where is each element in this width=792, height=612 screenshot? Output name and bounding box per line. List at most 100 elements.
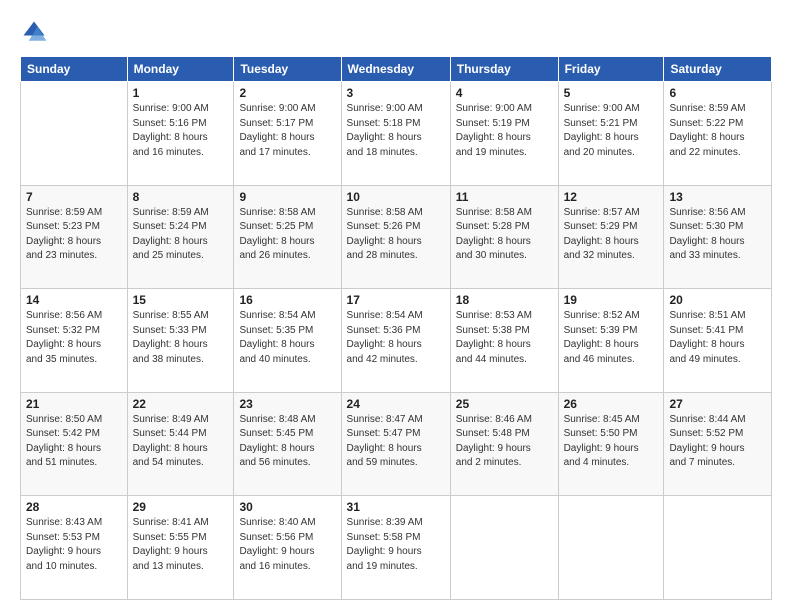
calendar-week-row: 21 Sunrise: 8:50 AMSunset: 5:42 PMDayligh… [21, 392, 772, 496]
calendar-cell: 15 Sunrise: 8:55 AMSunset: 5:33 PMDayligh… [127, 289, 234, 393]
day-number: 7 [26, 190, 122, 204]
day-header-monday: Monday [127, 57, 234, 82]
day-number: 25 [456, 397, 553, 411]
day-info: Sunrise: 8:57 AMSunset: 5:29 PMDaylight:… [564, 206, 659, 264]
calendar-cell: 20 Sunrise: 8:51 AMSunset: 5:41 PMDayligh… [664, 289, 772, 393]
calendar-cell: 13 Sunrise: 8:56 AMSunset: 5:30 PMDayligh… [664, 185, 772, 289]
day-info: Sunrise: 8:52 AMSunset: 5:39 PMDaylight:… [564, 309, 659, 367]
day-header-thursday: Thursday [450, 57, 558, 82]
logo [20, 18, 52, 46]
day-number: 6 [669, 86, 766, 100]
calendar-week-row: 1 Sunrise: 9:00 AMSunset: 5:16 PMDaylight… [21, 82, 772, 186]
calendar-cell: 1 Sunrise: 9:00 AMSunset: 5:16 PMDaylight… [127, 82, 234, 186]
calendar-cell: 4 Sunrise: 9:00 AMSunset: 5:19 PMDaylight… [450, 82, 558, 186]
day-info: Sunrise: 8:58 AMSunset: 5:25 PMDaylight:… [239, 206, 335, 264]
day-info: Sunrise: 8:50 AMSunset: 5:42 PMDaylight:… [26, 413, 122, 471]
day-header-tuesday: Tuesday [234, 57, 341, 82]
day-number: 14 [26, 293, 122, 307]
day-info: Sunrise: 8:39 AMSunset: 5:58 PMDaylight:… [347, 516, 445, 574]
day-info: Sunrise: 8:51 AMSunset: 5:41 PMDaylight:… [669, 309, 766, 367]
calendar-cell: 6 Sunrise: 8:59 AMSunset: 5:22 PMDaylight… [664, 82, 772, 186]
calendar-cell [450, 496, 558, 600]
day-number: 9 [239, 190, 335, 204]
day-number: 5 [564, 86, 659, 100]
day-number: 11 [456, 190, 553, 204]
day-number: 1 [133, 86, 229, 100]
day-info: Sunrise: 8:59 AMSunset: 5:22 PMDaylight:… [669, 102, 766, 160]
day-number: 27 [669, 397, 766, 411]
day-info: Sunrise: 8:59 AMSunset: 5:24 PMDaylight:… [133, 206, 229, 264]
day-number: 23 [239, 397, 335, 411]
calendar-week-row: 28 Sunrise: 8:43 AMSunset: 5:53 PMDayligh… [21, 496, 772, 600]
day-number: 31 [347, 500, 445, 514]
calendar-cell: 18Sunrise: 8:53 AMSunset: 5:38 PMDayligh… [450, 289, 558, 393]
calendar-cell: 24 Sunrise: 8:47 AMSunset: 5:47 PMDayligh… [341, 392, 450, 496]
day-number: 10 [347, 190, 445, 204]
day-info: Sunrise: 8:49 AMSunset: 5:44 PMDaylight:… [133, 413, 229, 471]
day-number: 28 [26, 500, 122, 514]
calendar-cell: 3Sunrise: 9:00 AMSunset: 5:18 PMDaylight… [341, 82, 450, 186]
calendar-cell: 8 Sunrise: 8:59 AMSunset: 5:24 PMDaylight… [127, 185, 234, 289]
calendar-cell [664, 496, 772, 600]
day-number: 15 [133, 293, 229, 307]
calendar-cell: 16Sunrise: 8:54 AMSunset: 5:35 PMDayligh… [234, 289, 341, 393]
calendar-cell: 2 Sunrise: 9:00 AMSunset: 5:17 PMDaylight… [234, 82, 341, 186]
day-info: Sunrise: 8:55 AMSunset: 5:33 PMDaylight:… [133, 309, 229, 367]
day-info: Sunrise: 8:56 AMSunset: 5:32 PMDaylight:… [26, 309, 122, 367]
day-number: 29 [133, 500, 229, 514]
day-number: 13 [669, 190, 766, 204]
calendar: SundayMondayTuesdayWednesdayThursdayFrid… [20, 56, 772, 600]
day-number: 12 [564, 190, 659, 204]
day-number: 4 [456, 86, 553, 100]
day-number: 21 [26, 397, 122, 411]
day-info: Sunrise: 8:58 AMSunset: 5:26 PMDaylight:… [347, 206, 445, 264]
header [20, 18, 772, 46]
calendar-cell: 27Sunrise: 8:44 AMSunset: 5:52 PMDayligh… [664, 392, 772, 496]
day-info: Sunrise: 8:56 AMSunset: 5:30 PMDaylight:… [669, 206, 766, 264]
day-number: 8 [133, 190, 229, 204]
calendar-week-row: 14 Sunrise: 8:56 AMSunset: 5:32 PMDayligh… [21, 289, 772, 393]
calendar-cell: 28 Sunrise: 8:43 AMSunset: 5:53 PMDayligh… [21, 496, 128, 600]
page: SundayMondayTuesdayWednesdayThursdayFrid… [0, 0, 792, 612]
calendar-week-row: 7 Sunrise: 8:59 AMSunset: 5:23 PMDaylight… [21, 185, 772, 289]
calendar-cell: 25 Sunrise: 8:46 AMSunset: 5:48 PMDayligh… [450, 392, 558, 496]
day-info: Sunrise: 8:45 AMSunset: 5:50 PMDaylight:… [564, 413, 659, 471]
day-number: 26 [564, 397, 659, 411]
day-info: Sunrise: 9:00 AMSunset: 5:19 PMDaylight:… [456, 102, 553, 160]
day-number: 20 [669, 293, 766, 307]
day-header-wednesday: Wednesday [341, 57, 450, 82]
calendar-cell: 7 Sunrise: 8:59 AMSunset: 5:23 PMDaylight… [21, 185, 128, 289]
calendar-cell: 11 Sunrise: 8:58 AMSunset: 5:28 PMDayligh… [450, 185, 558, 289]
day-info: Sunrise: 8:40 AMSunset: 5:56 PMDaylight:… [239, 516, 335, 574]
day-number: 22 [133, 397, 229, 411]
day-number: 24 [347, 397, 445, 411]
day-info: Sunrise: 8:53 AMSunset: 5:38 PMDaylight:… [456, 309, 553, 367]
calendar-cell: 21 Sunrise: 8:50 AMSunset: 5:42 PMDayligh… [21, 392, 128, 496]
calendar-cell: 26 Sunrise: 8:45 AMSunset: 5:50 PMDayligh… [558, 392, 664, 496]
day-number: 16 [239, 293, 335, 307]
day-info: Sunrise: 8:47 AMSunset: 5:47 PMDaylight:… [347, 413, 445, 471]
day-number: 2 [239, 86, 335, 100]
day-number: 3 [347, 86, 445, 100]
day-info: Sunrise: 8:43 AMSunset: 5:53 PMDaylight:… [26, 516, 122, 574]
day-info: Sunrise: 9:00 AMSunset: 5:17 PMDaylight:… [239, 102, 335, 160]
day-header-saturday: Saturday [664, 57, 772, 82]
calendar-header-row: SundayMondayTuesdayWednesdayThursdayFrid… [21, 57, 772, 82]
calendar-cell [21, 82, 128, 186]
day-info: Sunrise: 9:00 AMSunset: 5:16 PMDaylight:… [133, 102, 229, 160]
calendar-cell: 5Sunrise: 9:00 AMSunset: 5:21 PMDaylight… [558, 82, 664, 186]
calendar-cell: 14 Sunrise: 8:56 AMSunset: 5:32 PMDayligh… [21, 289, 128, 393]
calendar-cell: 22 Sunrise: 8:49 AMSunset: 5:44 PMDayligh… [127, 392, 234, 496]
calendar-cell: 10 Sunrise: 8:58 AMSunset: 5:26 PMDayligh… [341, 185, 450, 289]
day-info: Sunrise: 8:58 AMSunset: 5:28 PMDaylight:… [456, 206, 553, 264]
calendar-cell: 30Sunrise: 8:40 AMSunset: 5:56 PMDayligh… [234, 496, 341, 600]
calendar-cell: 12 Sunrise: 8:57 AMSunset: 5:29 PMDayligh… [558, 185, 664, 289]
day-header-friday: Friday [558, 57, 664, 82]
day-info: Sunrise: 8:46 AMSunset: 5:48 PMDaylight:… [456, 413, 553, 471]
calendar-cell: 9 Sunrise: 8:58 AMSunset: 5:25 PMDaylight… [234, 185, 341, 289]
day-number: 17 [347, 293, 445, 307]
day-info: Sunrise: 8:59 AMSunset: 5:23 PMDaylight:… [26, 206, 122, 264]
calendar-cell [558, 496, 664, 600]
logo-icon [20, 18, 48, 46]
day-number: 19 [564, 293, 659, 307]
